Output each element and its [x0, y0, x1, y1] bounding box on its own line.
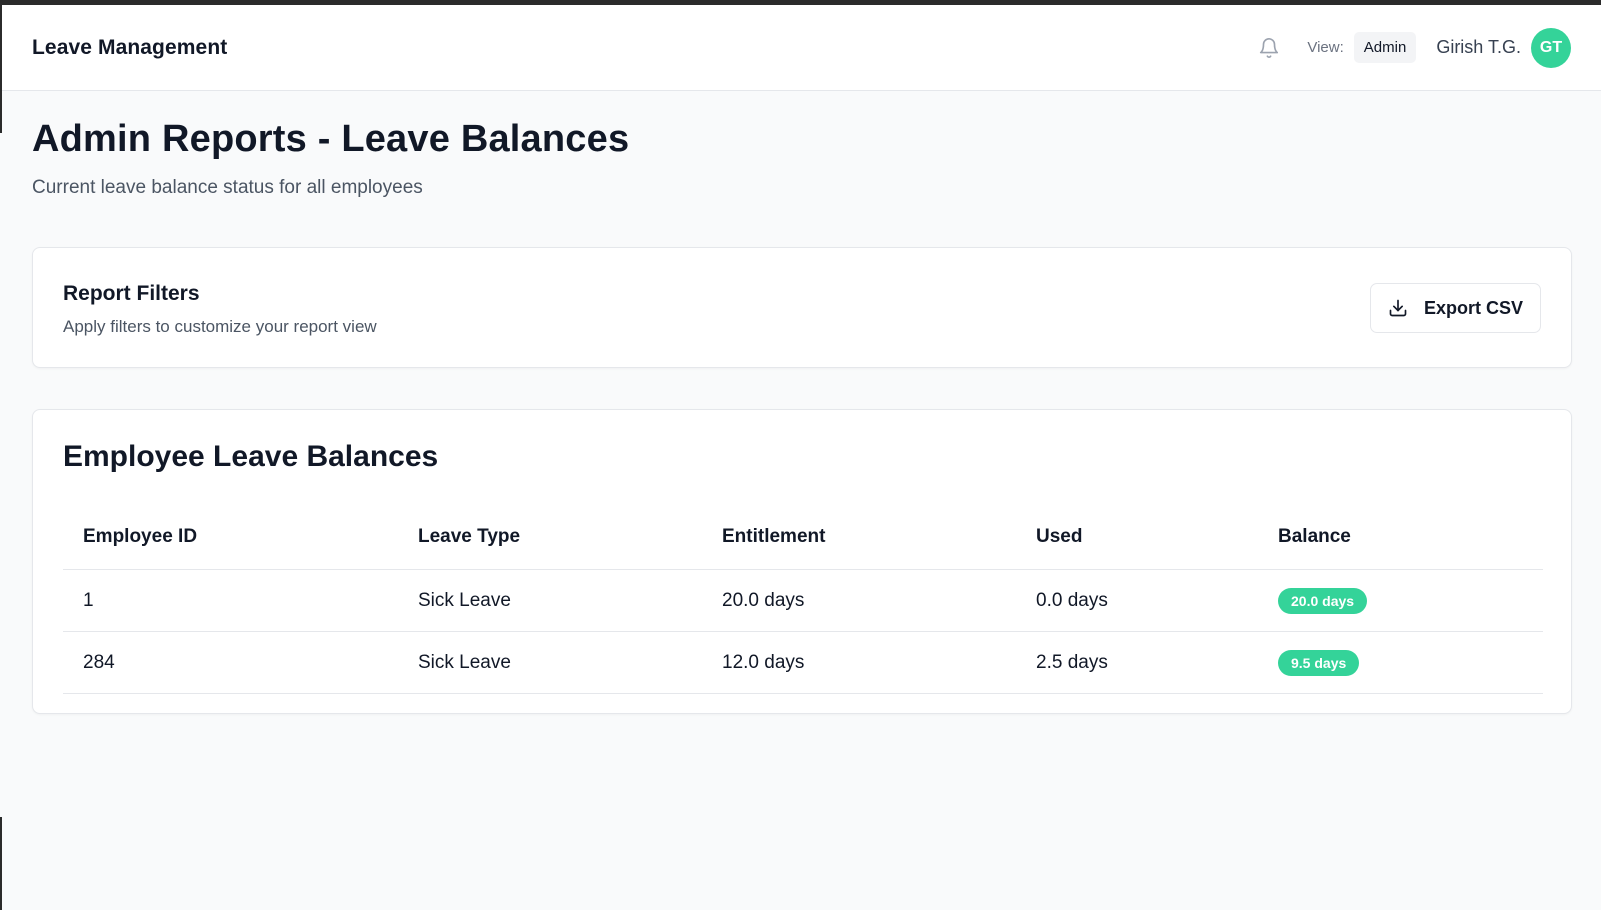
column-header-leave-type[interactable]: Leave Type: [398, 526, 702, 548]
employee-id-cell: 1: [83, 589, 94, 611]
export-csv-label: Export CSV: [1423, 297, 1524, 318]
table-row[interactable]: 284 Sick Leave 12.0 days 2.5 days 9.5 da…: [63, 632, 1543, 694]
page-subtitle: Current leave balance status for all emp…: [32, 177, 423, 198]
app-title[interactable]: Leave Management: [32, 36, 227, 60]
column-header-entitlement[interactable]: Entitlement: [702, 526, 1016, 548]
used-cell: 2.5 days: [1036, 651, 1108, 673]
employee-id-cell: 284: [83, 651, 115, 673]
employee-leave-balances-card: Employee Leave Balances Employee ID Leav…: [32, 409, 1572, 714]
export-csv-button[interactable]: Export CSV: [1370, 283, 1541, 333]
avatar[interactable]: GT: [1531, 27, 1571, 68]
used-cell: 0.0 days: [1036, 589, 1108, 611]
balances-title: Employee Leave Balances: [63, 440, 439, 473]
balance-cell: 9.5 days: [1258, 649, 1543, 676]
balance-cell: 20.0 days: [1258, 587, 1543, 614]
table-row[interactable]: 1 Sick Leave 20.0 days 0.0 days 20.0 day…: [63, 570, 1543, 632]
filters-description: Apply filters to customize your report v…: [63, 317, 377, 336]
view-label: View:: [1307, 39, 1344, 56]
header-actions: View: Admin Girish T.G. GT: [1255, 5, 1571, 90]
download-icon: [1388, 298, 1408, 318]
leave-type-cell: Sick Leave: [418, 589, 511, 611]
user-name: Girish T.G.: [1436, 37, 1521, 57]
page-title: Admin Reports - Leave Balances: [32, 118, 630, 160]
entitlement-cell: 12.0 days: [722, 651, 805, 673]
column-header-used[interactable]: Used: [1016, 526, 1258, 548]
balance-badge: 20.0 days: [1278, 587, 1368, 614]
entitlement-cell: 20.0 days: [722, 589, 805, 611]
column-header-balance[interactable]: Balance: [1258, 526, 1543, 548]
app-window: Leave Management View: Admin Girish T.G.…: [0, 0, 1601, 910]
balance-badge: 9.5 days: [1278, 649, 1360, 676]
table-header-row: Employee ID Leave Type Entitlement Used …: [63, 505, 1543, 570]
filters-title: Report Filters: [63, 282, 200, 305]
bell-icon[interactable]: [1255, 34, 1283, 62]
column-header-employee-id[interactable]: Employee ID: [63, 526, 398, 548]
leave-type-cell: Sick Leave: [418, 651, 511, 673]
window-left-border: [0, 817, 2, 910]
top-header: Leave Management View: Admin Girish T.G.…: [2, 5, 1601, 91]
report-filters-card: Report Filters Apply filters to customiz…: [32, 247, 1572, 368]
leave-balances-table: Employee ID Leave Type Entitlement Used …: [63, 505, 1543, 694]
view-role-select[interactable]: Admin: [1353, 32, 1417, 63]
